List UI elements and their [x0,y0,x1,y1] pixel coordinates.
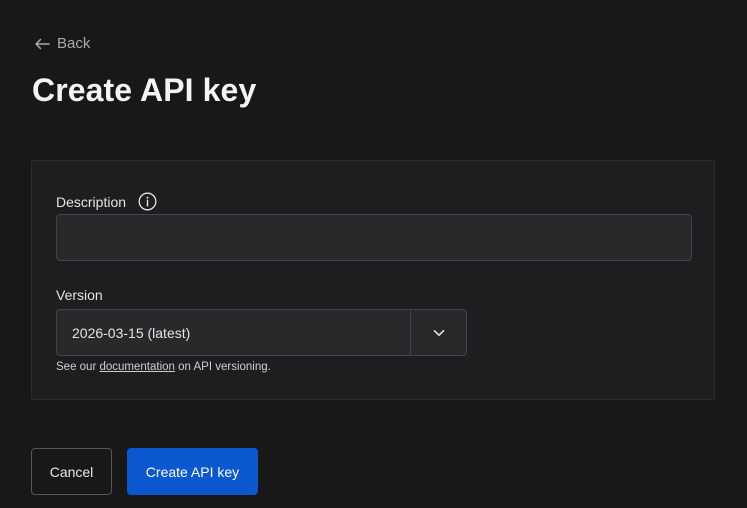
documentation-link[interactable]: documentation [99,361,174,373]
create-api-key-page: Back Create API key Description Version … [0,0,747,508]
description-input[interactable] [56,214,692,261]
version-dropdown-toggle[interactable] [410,310,466,355]
version-select[interactable]: 2026-03-15 (latest) [56,309,467,356]
create-api-key-button[interactable]: Create API key [127,448,258,495]
info-icon[interactable] [138,192,157,211]
chevron-down-icon [433,324,445,342]
arrow-left-icon [34,38,50,50]
form-card: Description Version 2026-03-15 (latest) [31,160,715,400]
description-label-row: Description [56,192,157,211]
versioning-help-text: See our documentation on API versioning. [56,361,271,373]
help-suffix: on API versioning. [178,361,271,373]
page-title: Create API key [32,72,257,108]
version-label: Version [56,287,103,303]
version-selected-value: 2026-03-15 (latest) [72,324,191,341]
cancel-button[interactable]: Cancel [31,448,112,495]
back-link[interactable]: Back [34,35,90,52]
description-label: Description [56,193,127,210]
back-label: Back [57,35,91,52]
help-prefix: See our [56,361,97,373]
